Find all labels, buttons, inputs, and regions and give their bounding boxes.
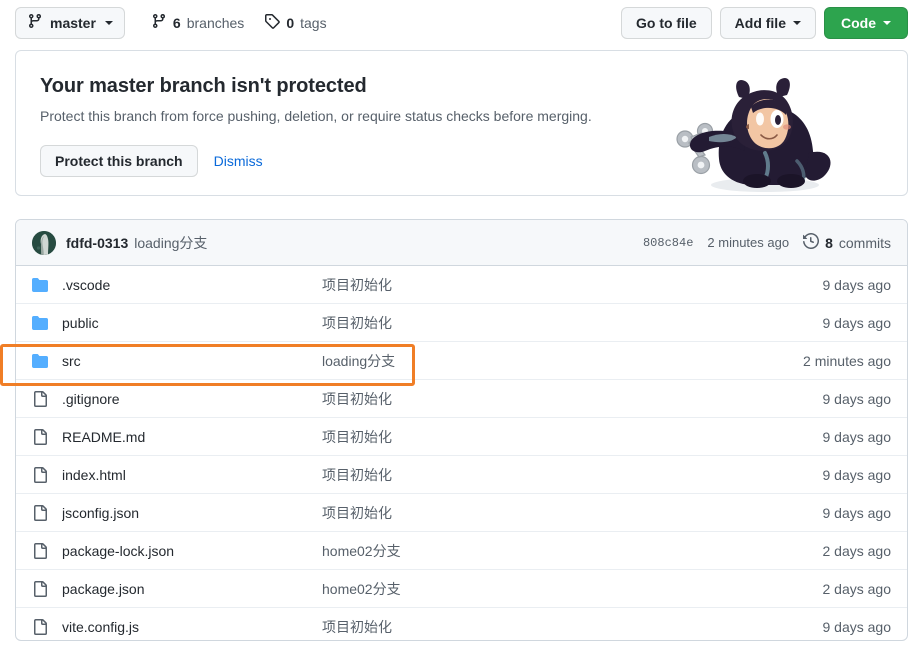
file-commit-message[interactable]: 项目初始化	[322, 617, 823, 637]
table-row[interactable]: package.json home02分支 2 days ago	[16, 570, 907, 608]
tags-link[interactable]: 0 tags	[264, 13, 327, 34]
repo-toolbar: master 6 branches 0 tags Go to file Add …	[15, 6, 908, 40]
file-commit-message[interactable]: home02分支	[322, 541, 823, 561]
file-commit-message[interactable]: 项目初始化	[322, 503, 823, 523]
branches-link[interactable]: 6 branches	[151, 13, 244, 34]
avatar[interactable]	[32, 230, 56, 255]
banner-title: Your master branch isn't protected	[40, 75, 367, 97]
file-name[interactable]: src	[62, 353, 322, 369]
banner-content: Your master branch isn't protected Prote…	[16, 51, 907, 177]
banner-description: Protect this branch from force pushing, …	[40, 108, 592, 124]
branch-selector-button[interactable]: master	[15, 7, 125, 39]
file-commit-age: 9 days ago	[822, 276, 892, 293]
table-row[interactable]: src loading分支 2 minutes ago	[16, 342, 907, 380]
file-commit-age: 9 days ago	[822, 390, 892, 407]
file-name[interactable]: index.html	[62, 467, 322, 483]
branch-icon	[151, 13, 167, 34]
file-name[interactable]: vite.config.js	[62, 619, 322, 635]
chevron-down-icon	[104, 21, 113, 25]
file-commit-message[interactable]: 项目初始化	[322, 313, 823, 333]
add-file-label: Add file	[734, 15, 786, 31]
protect-branch-label: Protect this branch	[55, 153, 183, 169]
file-commit-message[interactable]: home02分支	[322, 579, 823, 599]
file-commit-age: 2 days ago	[822, 580, 892, 597]
table-row[interactable]: vite.config.js 项目初始化 9 days ago	[16, 608, 907, 640]
file-name[interactable]: .gitignore	[62, 391, 322, 407]
table-row[interactable]: package-lock.json home02分支 2 days ago	[16, 532, 907, 570]
commit-time: 2 minutes ago	[707, 235, 790, 250]
file-commit-age: 9 days ago	[822, 466, 892, 483]
code-label: Code	[841, 15, 876, 31]
file-commit-age: 9 days ago	[822, 619, 892, 635]
table-row[interactable]: .vscode 项目初始化 9 days ago	[16, 266, 907, 304]
add-file-button[interactable]: Add file	[719, 7, 816, 39]
protect-this-branch-button[interactable]: Protect this branch	[40, 145, 198, 177]
folder-icon	[32, 315, 48, 331]
chevron-down-icon	[793, 21, 801, 25]
file-icon	[32, 580, 48, 597]
file-name[interactable]: package-lock.json	[62, 543, 322, 559]
table-row[interactable]: README.md 项目初始化 9 days ago	[16, 418, 907, 456]
dismiss-link[interactable]: Dismiss	[214, 153, 263, 169]
branch-icon	[27, 13, 43, 34]
file-icon	[32, 390, 48, 407]
table-row[interactable]: index.html 项目初始化 9 days ago	[16, 456, 907, 494]
file-commit-message[interactable]: 项目初始化	[322, 427, 823, 447]
commits-count: 8	[825, 234, 833, 251]
branches-count: 6	[172, 15, 181, 31]
file-icon	[32, 466, 48, 483]
file-commit-message[interactable]: 项目初始化	[322, 465, 823, 485]
file-name[interactable]: public	[62, 315, 322, 331]
file-commit-age: 9 days ago	[822, 504, 892, 521]
tags-count: 0	[286, 15, 295, 31]
file-icon	[32, 542, 48, 559]
file-list-container: fdfd-0313 loading分支 808c84e 2 minutes ag…	[15, 219, 908, 641]
commits-label: commits	[838, 234, 891, 251]
branch-protection-banner: Your master branch isn't protected Prote…	[15, 50, 908, 196]
commit-meta: 808c84e 2 minutes ago 8 commits	[643, 232, 891, 252]
file-name[interactable]: README.md	[62, 429, 322, 445]
tags-label: tags	[300, 15, 327, 31]
toolbar-actions: Go to file Add file Code	[620, 7, 908, 39]
table-row[interactable]: jsconfig.json 项目初始化 9 days ago	[16, 494, 907, 532]
file-commit-age: 2 minutes ago	[803, 352, 891, 369]
file-commit-age: 2 days ago	[822, 542, 892, 559]
file-icon	[32, 504, 48, 521]
commit-message[interactable]: loading分支	[134, 233, 207, 253]
file-icon	[32, 428, 48, 445]
file-name[interactable]: .vscode	[62, 277, 322, 293]
branch-name-label: master	[50, 15, 96, 31]
latest-commit-bar: fdfd-0313 loading分支 808c84e 2 minutes ag…	[16, 220, 907, 266]
chevron-down-icon	[883, 21, 891, 25]
file-commit-age: 9 days ago	[822, 428, 892, 445]
file-commit-message[interactable]: 项目初始化	[322, 389, 823, 409]
code-button[interactable]: Code	[824, 7, 908, 39]
commit-author[interactable]: fdfd-0313	[66, 235, 128, 251]
file-commit-message[interactable]: loading分支	[322, 351, 803, 371]
banner-actions: Protect this branch Dismiss	[40, 145, 883, 177]
folder-icon	[32, 353, 48, 369]
go-to-file-label: Go to file	[635, 15, 697, 31]
go-to-file-button[interactable]: Go to file	[620, 7, 712, 39]
file-icon	[32, 619, 48, 635]
file-rows: .vscode 项目初始化 9 days ago public 项目初始化 9 days …	[16, 266, 907, 640]
file-commit-message[interactable]: 项目初始化	[322, 275, 823, 295]
file-commit-age: 9 days ago	[822, 314, 892, 331]
file-name[interactable]: package.json	[62, 581, 322, 597]
history-icon	[803, 232, 820, 252]
repo-meta-group: 6 branches 0 tags	[151, 13, 327, 34]
tag-icon	[264, 13, 281, 34]
table-row[interactable]: public 项目初始化 9 days ago	[16, 304, 907, 342]
commits-count-link[interactable]: 8 commits	[803, 232, 891, 252]
file-name[interactable]: jsconfig.json	[62, 505, 322, 521]
folder-icon	[32, 277, 48, 293]
branches-label: branches	[186, 15, 245, 31]
commit-sha[interactable]: 808c84e	[643, 236, 693, 250]
table-row[interactable]: .gitignore 项目初始化 9 days ago	[16, 380, 907, 418]
